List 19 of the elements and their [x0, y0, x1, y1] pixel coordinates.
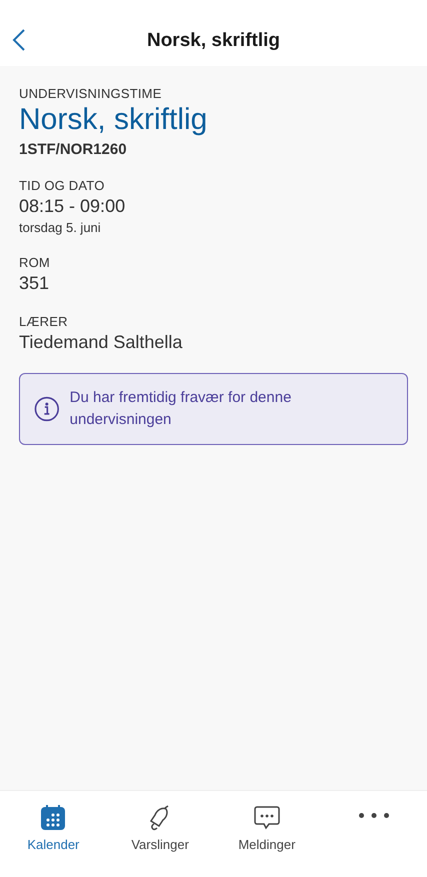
- tab[interactable]: Meldinger: [214, 791, 320, 877]
- tab[interactable]: Kalender: [0, 791, 107, 877]
- field-label: ROM: [19, 255, 51, 270]
- more-icon: [358, 813, 389, 818]
- tab[interactable]: Varslinger: [106, 791, 214, 877]
- field-label: TID OG DATO: [19, 178, 106, 193]
- field-label: LÆRER: [19, 314, 69, 329]
- field-value: 08:15 - 09:00: [19, 196, 126, 217]
- course-code: 1STF/NOR1260: [19, 141, 128, 158]
- chat-icon: [252, 805, 281, 831]
- lesson-title: Norsk, skriftlig: [19, 103, 208, 137]
- info-icon: [34, 396, 60, 422]
- screen-title: Norsk, skriftlig: [146, 30, 280, 52]
- field-value: Tiedemand Salthella: [19, 332, 184, 353]
- field-value: 351: [19, 273, 50, 294]
- field-detail: torsdag 5. juni: [19, 220, 102, 235]
- notice-text: Du har fremtidig fravær for denne undervisningen: [70, 388, 292, 430]
- section-label: UNDERVISNINGSTIME: [19, 86, 163, 101]
- calendar-icon: [40, 805, 66, 831]
